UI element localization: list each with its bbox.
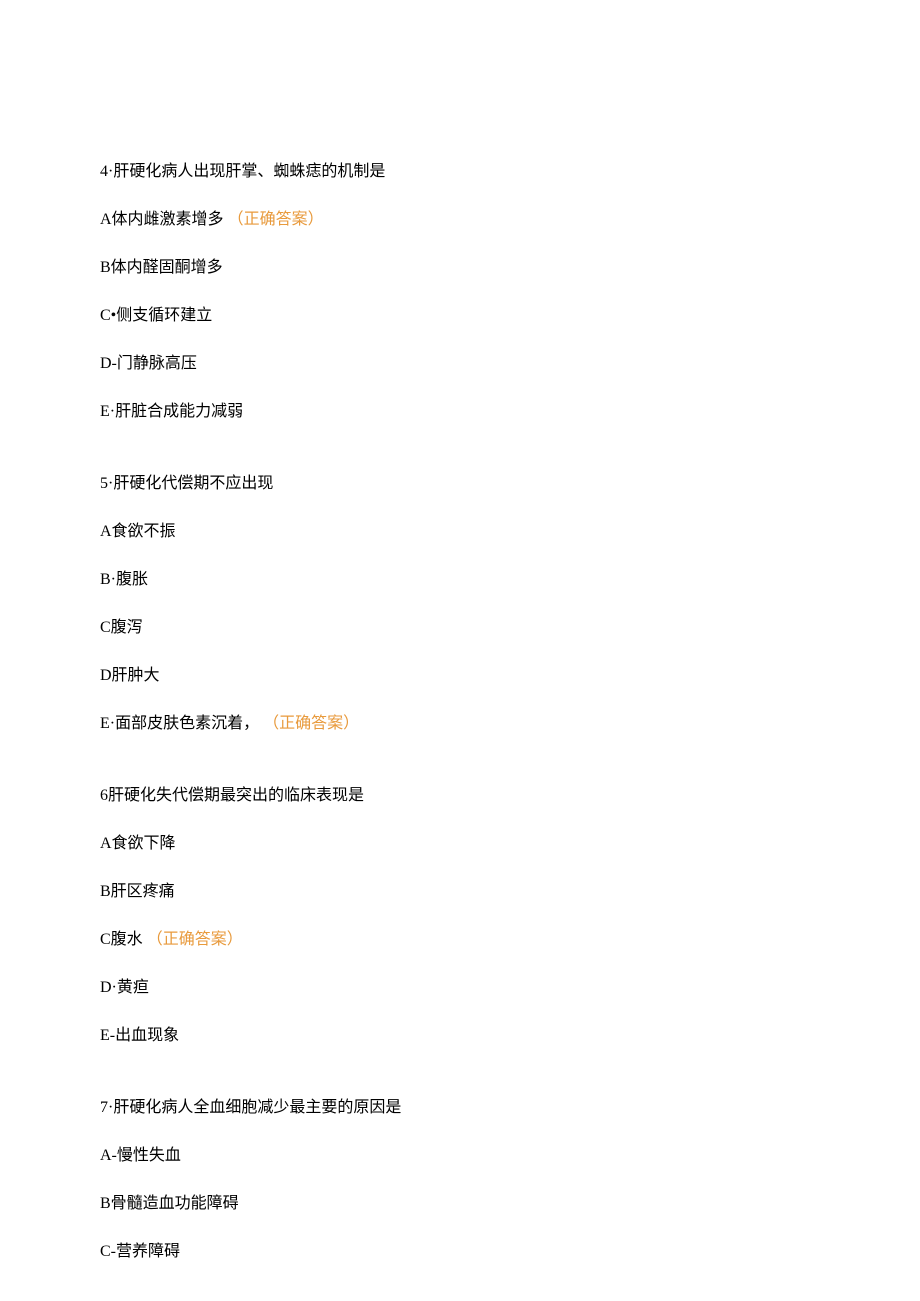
question-title: 6肝硬化失代偿期最突出的临床表现是 xyxy=(100,784,820,808)
question-block-7: 7·肝硬化病人全血细胞减少最主要的原因是 A-慢性失血 B骨髓造血功能障碍 C-… xyxy=(100,1096,820,1264)
option-c: C-营养障碍 xyxy=(100,1240,820,1264)
option-e: E·肝脏合成能力减弱 xyxy=(100,400,820,424)
question-title: 4·肝硬化病人出现肝掌、蜘蛛痣的机制是 xyxy=(100,160,820,184)
correct-answer-label: （正确答案） xyxy=(228,211,324,228)
option-b: B肝区疼痛 xyxy=(100,880,820,904)
question-title: 7·肝硬化病人全血细胞减少最主要的原因是 xyxy=(100,1096,820,1120)
option-text: C腹水 xyxy=(100,931,143,948)
option-text: C-营养障碍 xyxy=(100,1243,180,1260)
option-text: C腹泻 xyxy=(100,619,143,636)
option-text: B骨髓造血功能障碍 xyxy=(100,1195,239,1212)
option-d: D肝肿大 xyxy=(100,664,820,688)
option-e: E·面部皮肤色素沉着， （正确答案） xyxy=(100,712,820,736)
option-text: E-出血现象 xyxy=(100,1027,179,1044)
option-text: D·黄疸 xyxy=(100,979,149,996)
option-text: D-门静脉高压 xyxy=(100,355,197,372)
option-a: A食欲下降 xyxy=(100,832,820,856)
option-text: A食欲不振 xyxy=(100,523,176,540)
correct-answer-label: （正确答案） xyxy=(263,715,359,732)
question-block-6: 6肝硬化失代偿期最突出的临床表现是 A食欲下降 B肝区疼痛 C腹水 （正确答案）… xyxy=(100,784,820,1048)
option-d: D·黄疸 xyxy=(100,976,820,1000)
option-text: E·面部皮肤色素沉着， xyxy=(100,715,259,732)
question-title: 5·肝硬化代偿期不应出现 xyxy=(100,472,820,496)
option-text: D肝肿大 xyxy=(100,667,160,684)
option-a: A体内雌激素增多 （正确答案） xyxy=(100,208,820,232)
option-text: B·腹胀 xyxy=(100,571,148,588)
option-b: B体内醛固酮增多 xyxy=(100,256,820,280)
option-b: B·腹胀 xyxy=(100,568,820,592)
option-a: A-慢性失血 xyxy=(100,1144,820,1168)
option-text: A体内雌激素增多 xyxy=(100,211,224,228)
option-c: C腹泻 xyxy=(100,616,820,640)
option-c: C腹水 （正确答案） xyxy=(100,928,820,952)
option-text: A-慢性失血 xyxy=(100,1147,181,1164)
option-b: B骨髓造血功能障碍 xyxy=(100,1192,820,1216)
option-a: A食欲不振 xyxy=(100,520,820,544)
option-text: A食欲下降 xyxy=(100,835,176,852)
option-c: C•侧支循环建立 xyxy=(100,304,820,328)
option-text: B体内醛固酮增多 xyxy=(100,259,223,276)
correct-answer-label: （正确答案） xyxy=(147,931,243,948)
option-d: D-门静脉高压 xyxy=(100,352,820,376)
option-text: E·肝脏合成能力减弱 xyxy=(100,403,243,420)
question-block-4: 4·肝硬化病人出现肝掌、蜘蛛痣的机制是 A体内雌激素增多 （正确答案） B体内醛… xyxy=(100,160,820,424)
option-text: C•侧支循环建立 xyxy=(100,307,212,324)
question-block-5: 5·肝硬化代偿期不应出现 A食欲不振 B·腹胀 C腹泻 D肝肿大 E·面部皮肤色… xyxy=(100,472,820,736)
option-text: B肝区疼痛 xyxy=(100,883,175,900)
option-e: E-出血现象 xyxy=(100,1024,820,1048)
